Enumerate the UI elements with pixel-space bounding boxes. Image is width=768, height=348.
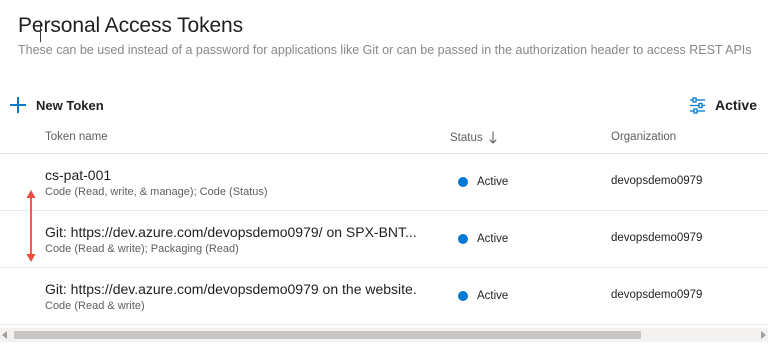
column-header-status[interactable]: Status [450, 131, 497, 144]
page-description: These can be used instead of a password … [18, 43, 752, 57]
text-cursor [40, 22, 41, 42]
token-name-cell: Git: https://dev.azure.com/devopsdemo097… [45, 281, 445, 312]
horizontal-scrollbar[interactable] [0, 328, 768, 342]
status-label: Active [477, 233, 509, 245]
new-token-label: New Token [36, 97, 104, 113]
status-label: Active [477, 290, 509, 302]
column-header-token-name[interactable]: Token name [45, 131, 108, 143]
status-dot-icon [458, 177, 468, 187]
status-cell: Active [458, 290, 508, 302]
scrollbar-thumb[interactable] [14, 331, 641, 339]
status-cell: Active [458, 233, 508, 245]
status-label: Active [477, 176, 509, 188]
status-dot-icon [458, 291, 468, 301]
toolbar: New Token Active [0, 94, 768, 116]
token-scope: Code (Read & write) [45, 300, 145, 312]
table-header: Token name Status Organization [0, 122, 768, 154]
scroll-left-arrow-icon[interactable] [2, 331, 7, 339]
filter-sliders-icon [689, 96, 705, 114]
active-filter-button[interactable]: Active [689, 94, 757, 116]
sort-descending-icon [489, 131, 497, 144]
table-row[interactable]: Git: https://dev.azure.com/devopsdemo097… [0, 211, 768, 268]
scroll-right-arrow-icon[interactable] [761, 331, 766, 339]
table-row[interactable]: cs-pat-001 Code (Read, write, & manage);… [0, 154, 768, 211]
token-name-cell: cs-pat-001 Code (Read, write, & manage);… [45, 167, 445, 198]
column-header-status-label: Status [450, 131, 483, 144]
organization-cell: devopsdemo0979 [611, 232, 703, 244]
double-arrow-annotation-icon [26, 190, 36, 262]
filter-label: Active [714, 97, 757, 113]
organization-cell: devopsdemo0979 [611, 175, 703, 187]
new-token-button[interactable]: New Token [10, 94, 104, 116]
token-scope: Code (Read, write, & manage); Code (Stat… [45, 186, 268, 198]
column-header-organization[interactable]: Organization [611, 131, 676, 143]
table-row[interactable]: Git: https://dev.azure.com/devopsdemo097… [0, 268, 768, 325]
organization-cell: devopsdemo0979 [611, 289, 703, 301]
token-name-cell: Git: https://dev.azure.com/devopsdemo097… [45, 224, 445, 255]
status-cell: Active [458, 176, 508, 188]
tokens-table: Token name Status Organization cs-pat-00… [0, 122, 768, 325]
token-scope: Code (Read & write); Packaging (Read) [45, 243, 239, 255]
page-title: Personal Access Tokens [18, 14, 244, 37]
token-name[interactable]: Git: https://dev.azure.com/devopsdemo097… [45, 281, 445, 297]
status-dot-icon [458, 234, 468, 244]
plus-icon [10, 97, 26, 113]
token-name[interactable]: cs-pat-001 [45, 167, 445, 183]
token-name[interactable]: Git: https://dev.azure.com/devopsdemo097… [45, 224, 445, 240]
